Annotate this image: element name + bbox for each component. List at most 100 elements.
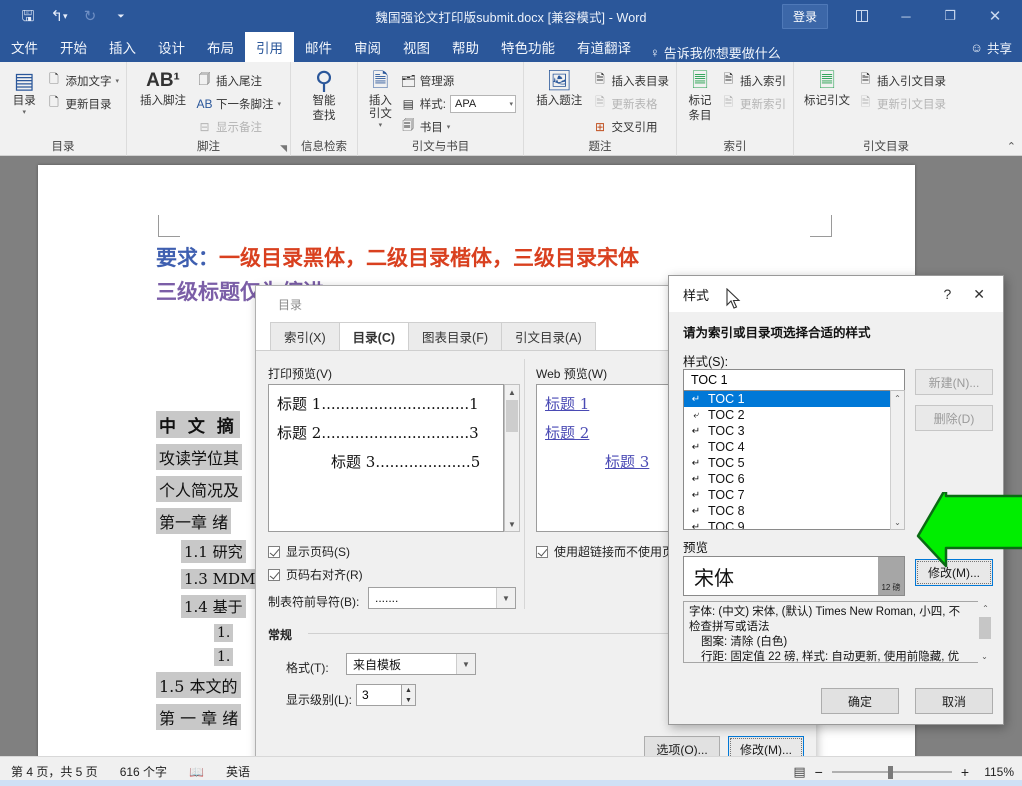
zoom-in-button[interactable]: + — [959, 764, 971, 780]
styles-input[interactable]: TOC 1 — [683, 369, 905, 392]
chevron-down-icon[interactable]: ▾ — [509, 100, 513, 108]
styles-listbox[interactable]: ↵ TOC 1 ⤶ TOC 2 ↵ TOC 3 ↵ TOC 4 ↵ TOC 5 … — [683, 390, 905, 530]
read-mode-icon[interactable]: ▤ — [793, 764, 805, 780]
checkbox-icon[interactable] — [268, 568, 280, 581]
tab-view[interactable]: 视图 — [392, 32, 441, 62]
chevron-down-icon[interactable]: ▾ — [447, 123, 451, 131]
style-list-item[interactable]: ↵ TOC 5 — [684, 455, 904, 471]
tab-home[interactable]: 开始 — [49, 32, 98, 62]
show-page-numbers-checkbox[interactable]: 显示页码(S) — [268, 543, 350, 560]
scroll-down-icon[interactable]: ▼ — [505, 517, 519, 531]
style-list-item[interactable]: ↵ TOC 4 — [684, 439, 904, 455]
scroll-up-icon[interactable]: ⌃ — [891, 391, 904, 405]
update-toc-button[interactable]: 🗋 更新目录 — [46, 93, 119, 114]
style-list-item[interactable]: ↵ TOC 7 — [684, 487, 904, 503]
proofing-icon[interactable]: 📖 — [178, 765, 215, 779]
insert-index-button[interactable]: 🗎 插入索引 — [721, 70, 786, 91]
tab-table-of-authorities[interactable]: 引文目录(A) — [501, 322, 596, 350]
manage-sources-button[interactable]: 🗂 管理源 — [401, 70, 516, 91]
checkbox-icon[interactable] — [536, 545, 548, 558]
chevron-down-icon[interactable]: ▾ — [22, 108, 26, 116]
right-align-page-numbers-checkbox[interactable]: 页码右对齐(R) — [268, 566, 363, 583]
stepper-down-icon[interactable]: ▼ — [402, 695, 415, 705]
checkbox-icon[interactable] — [268, 545, 280, 558]
zoom-slider-knob[interactable] — [887, 765, 893, 779]
tab-review[interactable]: 审阅 — [343, 32, 392, 62]
insert-citation-button[interactable]: 🗎 插入引文 ▾ — [365, 67, 396, 129]
tab-design[interactable]: 设计 — [147, 32, 196, 62]
chevron-down-icon[interactable]: ▼ — [456, 654, 475, 674]
style-list-item[interactable]: ⤶ TOC 2 — [684, 407, 904, 423]
toc-button[interactable]: ▤ 目录 ▾ — [7, 67, 41, 117]
smart-lookup-button[interactable]: ⚲ 智能 查找 — [298, 67, 350, 123]
ribbon-display-options-icon[interactable] — [840, 0, 884, 32]
format-dropdown[interactable]: 来自模板 ▼ — [346, 653, 476, 675]
citation-style-row[interactable]: ▤ 样式: APA ▾ — [401, 93, 516, 114]
mark-entry-button[interactable]: 🗏 标记 条目 — [684, 67, 716, 123]
tab-table-of-contents[interactable]: 目录(C) — [338, 322, 410, 350]
help-icon[interactable]: ? — [943, 286, 951, 302]
collapse-ribbon-icon[interactable]: ⌃ — [1007, 140, 1016, 153]
insert-footnote-button[interactable]: AB¹ 插入脚注 — [134, 67, 192, 108]
style-list-item[interactable]: ↵ TOC 1 — [684, 391, 904, 407]
mark-citation-button[interactable]: 🗏 标记引文 — [801, 67, 853, 108]
zoom-level[interactable]: 115% — [978, 765, 1014, 779]
language-indicator[interactable]: 英语 — [215, 763, 261, 780]
tab-mailings[interactable]: 邮件 — [294, 32, 343, 62]
word-count[interactable]: 616 个字 — [109, 763, 178, 780]
close-icon[interactable]: ✕ — [973, 286, 985, 303]
scroll-down-icon[interactable]: ⌄ — [891, 515, 904, 529]
style-new-button[interactable]: 新建(N)... — [915, 369, 993, 395]
insert-endnote-button[interactable]: 🗍 插入尾注 — [197, 70, 281, 91]
style-ok-button[interactable]: 确定 — [821, 688, 899, 714]
tab-layout[interactable]: 布局 — [196, 32, 245, 62]
scroll-up-icon[interactable]: ▲ — [505, 385, 519, 399]
cross-reference-button[interactable]: ⊞ 交叉引用 — [593, 116, 670, 137]
tab-table-of-figures[interactable]: 图表目录(F) — [408, 322, 502, 350]
footnotes-dialog-launcher[interactable]: ◥ — [280, 143, 287, 154]
tab-leader-dropdown[interactable]: ....... ▼ — [368, 587, 516, 609]
add-text-button[interactable]: 🗋 添加文字 ▾ — [46, 70, 119, 91]
sign-in-button[interactable]: 登录 — [781, 3, 828, 29]
page-indicator[interactable]: 第 4 页，共 5 页 — [0, 763, 109, 780]
scroll-down-icon[interactable]: ⌄ — [978, 649, 991, 663]
chevron-down-icon[interactable]: ▾ — [115, 77, 119, 85]
stepper-up-icon[interactable]: ▲ — [402, 685, 415, 695]
chevron-down-icon[interactable]: ▾ — [278, 100, 282, 108]
tell-me-box[interactable]: ♀ 告诉我你想要做什么 — [642, 43, 781, 62]
print-preview-scrollbar[interactable]: ▲ ▼ — [504, 384, 520, 532]
tab-youdao-translate[interactable]: 有道翻译 — [566, 32, 642, 62]
zoom-out-button[interactable]: − — [813, 764, 825, 780]
restore-icon[interactable]: ❐ — [928, 0, 972, 32]
tab-index[interactable]: 索引(X) — [270, 322, 340, 350]
tab-help[interactable]: 帮助 — [441, 32, 490, 62]
style-list-item[interactable]: ↵ TOC 6 — [684, 471, 904, 487]
style-description-scrollbar[interactable]: ⌃ ⌄ — [978, 601, 993, 663]
bibliography-button[interactable]: 🗐 书目 ▾ — [401, 116, 516, 137]
tab-file[interactable]: 文件 — [0, 32, 49, 62]
chevron-down-icon[interactable]: ▾ — [379, 121, 383, 129]
style-delete-button[interactable]: 删除(D) — [915, 405, 993, 431]
style-list-item[interactable]: ↵ TOC 3 — [684, 423, 904, 439]
style-list-item[interactable]: ↵ TOC 8 — [684, 503, 904, 519]
use-hyperlinks-checkbox[interactable]: 使用超链接而不使用页 — [536, 543, 674, 560]
tab-references[interactable]: 引用 — [245, 32, 294, 62]
close-icon[interactable]: ✕ — [972, 0, 1018, 32]
chevron-down-icon[interactable]: ▼ — [496, 588, 515, 608]
show-levels-stepper[interactable]: ▲ ▼ — [401, 684, 416, 706]
insert-table-of-authorities-button[interactable]: 🗎 插入引文目录 — [858, 70, 946, 91]
zoom-slider[interactable] — [831, 765, 952, 779]
tab-special-features[interactable]: 特色功能 — [490, 32, 566, 62]
next-footnote-button[interactable]: AB 下一条脚注 ▾ — [197, 93, 282, 114]
scroll-up-icon[interactable]: ⌃ — [978, 601, 993, 615]
style-list-item[interactable]: ↵ TOC 9 — [684, 519, 904, 529]
scrollbar-thumb[interactable] — [979, 617, 991, 639]
style-cancel-button[interactable]: 取消 — [915, 688, 993, 714]
insert-caption-button[interactable]: 🖼 插入题注 — [531, 67, 588, 108]
minimize-icon[interactable]: ─ — [884, 0, 928, 32]
tab-insert[interactable]: 插入 — [98, 32, 147, 62]
styles-list-scrollbar[interactable]: ⌃ ⌄ — [890, 390, 905, 530]
share-button[interactable]: ☺ 共享 — [970, 38, 1012, 57]
insert-table-of-figures-button[interactable]: 🗎 插入表目录 — [593, 70, 669, 91]
scrollbar-thumb[interactable] — [506, 400, 518, 432]
